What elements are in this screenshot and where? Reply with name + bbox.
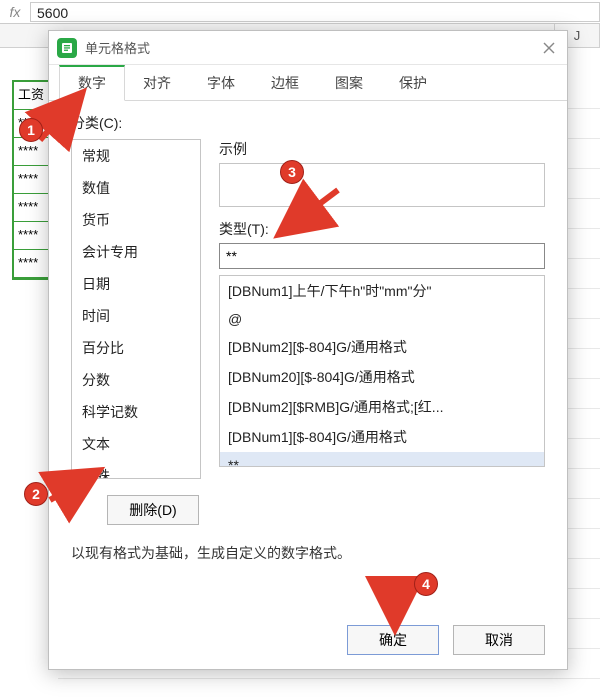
annotation-badge-1: 1 xyxy=(19,118,43,142)
annotation-badge-3: 3 xyxy=(280,160,304,184)
cat-sci[interactable]: 科学记数 xyxy=(72,396,200,428)
cat-special[interactable]: 特殊 xyxy=(72,460,200,479)
category-label: 分类(C): xyxy=(71,113,545,133)
fmt-item-2[interactable]: [DBNum2][$-804]G/通用格式 xyxy=(220,332,544,362)
cat-time[interactable]: 时间 xyxy=(72,300,200,332)
cat-date[interactable]: 日期 xyxy=(72,268,200,300)
tab-protect[interactable]: 保护 xyxy=(381,65,445,100)
delete-button[interactable]: 删除(D) xyxy=(107,495,199,525)
cat-currency[interactable]: 货币 xyxy=(72,204,200,236)
fx-label: fx xyxy=(0,4,30,20)
cat-accounting[interactable]: 会计专用 xyxy=(72,236,200,268)
cat-percent[interactable]: 百分比 xyxy=(72,332,200,364)
fmt-item-1[interactable]: @ xyxy=(220,306,544,332)
tab-pattern[interactable]: 图案 xyxy=(317,65,381,100)
sample-label: 示例 xyxy=(219,139,545,159)
fmt-item-3[interactable]: [DBNum20][$-804]G/通用格式 xyxy=(220,362,544,392)
formula-input[interactable]: 5600 xyxy=(30,2,600,22)
tab-align[interactable]: 对齐 xyxy=(125,65,189,100)
fmt-item-6[interactable]: ** xyxy=(220,452,544,467)
dialog-titlebar: 单元格格式 xyxy=(49,31,567,65)
type-label: 类型(T): xyxy=(219,219,545,239)
annotation-badge-4: 4 xyxy=(414,572,438,596)
fmt-item-0[interactable]: [DBNum1]上午/下午h"时"mm"分" xyxy=(220,276,544,306)
ok-button[interactable]: 确定 xyxy=(347,625,439,655)
category-list[interactable]: 常规 数值 货币 会计专用 日期 时间 百分比 分数 科学记数 文本 特殊 自定… xyxy=(71,139,201,479)
type-input[interactable] xyxy=(219,243,545,269)
tabstrip: 数字 对齐 字体 边框 图案 保护 xyxy=(49,65,567,101)
fmt-item-5[interactable]: [DBNum1][$-804]G/通用格式 xyxy=(220,422,544,452)
dialog-title: 单元格格式 xyxy=(85,38,539,57)
format-list[interactable]: [DBNum1]上午/下午h"时"mm"分" @ [DBNum2][$-804]… xyxy=(219,275,545,467)
formula-bar: fx 5600 xyxy=(0,0,600,24)
close-icon[interactable] xyxy=(539,38,559,58)
fmt-item-4[interactable]: [DBNum2][$RMB]G/通用格式;[红... xyxy=(220,392,544,422)
cat-general[interactable]: 常规 xyxy=(72,140,200,172)
sample-box xyxy=(219,163,545,207)
tab-number[interactable]: 数字 xyxy=(59,65,125,101)
hint-text: 以现有格式为基础，生成自定义的数字格式。 xyxy=(71,543,545,563)
cancel-button[interactable]: 取消 xyxy=(453,625,545,655)
annotation-badge-2: 2 xyxy=(24,482,48,506)
cat-fraction[interactable]: 分数 xyxy=(72,364,200,396)
cell-format-dialog: 单元格格式 数字 对齐 字体 边框 图案 保护 分类(C): 常规 数值 货币 … xyxy=(48,30,568,670)
app-icon xyxy=(57,38,77,58)
cat-text[interactable]: 文本 xyxy=(72,428,200,460)
cat-number[interactable]: 数值 xyxy=(72,172,200,204)
tab-border[interactable]: 边框 xyxy=(253,65,317,100)
tab-font[interactable]: 字体 xyxy=(189,65,253,100)
